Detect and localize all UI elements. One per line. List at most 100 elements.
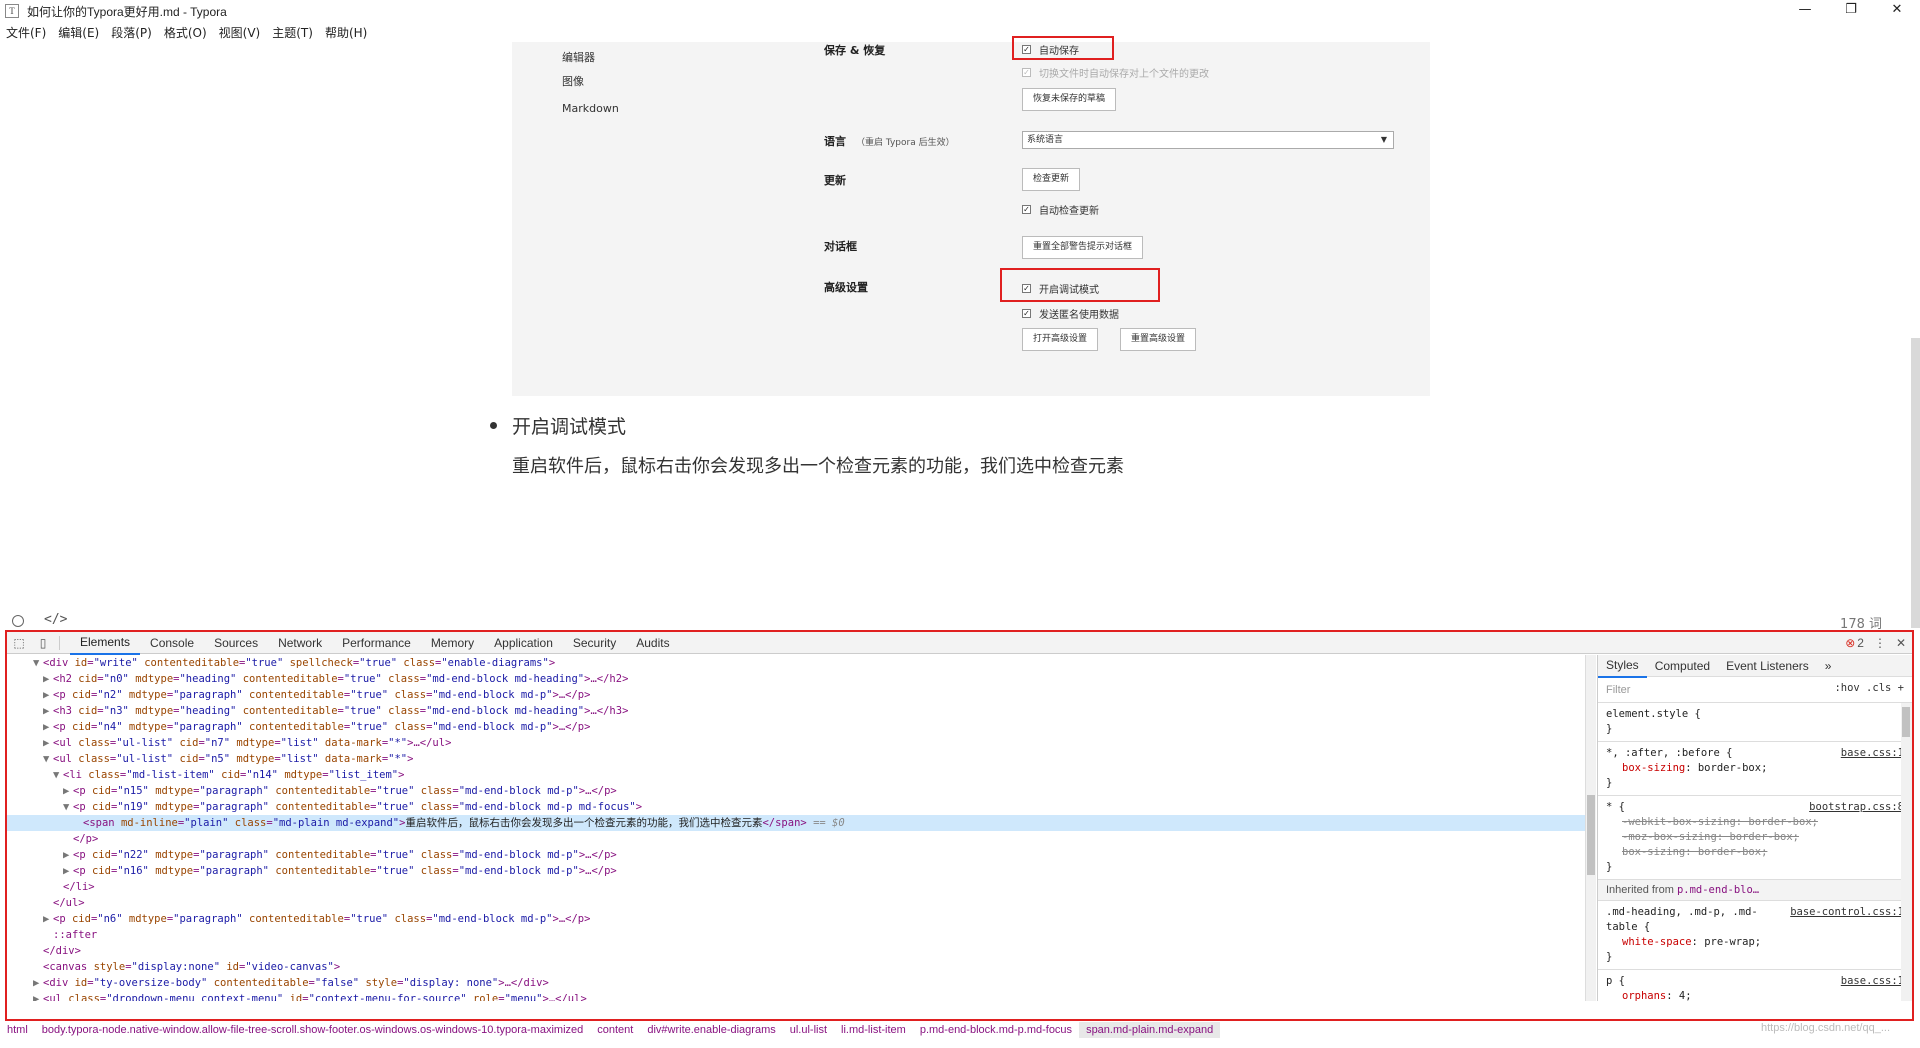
tab-elements[interactable]: Elements [70,631,141,655]
minimize-button[interactable]: — [1782,0,1828,22]
breadcrumb-item-current[interactable]: span.md-plain.md-expand [1079,1022,1221,1038]
styles-scrollbar[interactable] [1901,703,1912,1001]
pref-advanced-label: 高级设置 [824,281,868,294]
tab-performance[interactable]: Performance [332,632,421,654]
dom-node[interactable]: </p> [7,831,1585,847]
divider [59,635,60,650]
checkbox-icon: ✓ [1022,205,1031,214]
filter-tools[interactable]: :hov .cls + [1834,682,1904,694]
menu-paragraph[interactable]: 段落(P) [105,24,158,42]
window-title: 如何让你的Typora更好用.md - Typora [27,4,227,19]
dom-node[interactable]: ▼ <div id="write" contenteditable="true" … [7,655,1585,671]
css-rule[interactable]: base-control.css:1 .md-heading, .md-p, .m… [1598,901,1912,970]
tab-audits[interactable]: Audits [626,632,679,654]
dom-node[interactable]: ▶ <h2 cid="n0" mdtype="heading" contented… [7,671,1585,687]
menu-bar: 文件(F) 编辑(E) 段落(P) 格式(O) 视图(V) 主题(T) 帮助(H… [0,24,373,42]
pref-update-label: 更新 [824,174,846,187]
menu-view[interactable]: 视图(V) [213,24,267,42]
typora-app-icon: T [5,4,19,18]
dom-node-selected[interactable]: <span md-inline="plain" class="md-plain … [7,815,1585,831]
list-item[interactable]: 开启调试模式 [490,412,626,439]
dom-node[interactable]: ▶ <h3 cid="n3" mdtype="heading" contented… [7,703,1585,719]
dom-node[interactable]: ▶ <p cid="n16" mdtype="paragraph" content… [7,863,1585,879]
tab-security[interactable]: Security [563,632,626,654]
pref-dialog-label: 对话框 [824,240,857,253]
dom-node[interactable]: ▶ <p cid="n2" mdtype="paragraph" contente… [7,687,1585,703]
dom-node[interactable]: ▶ <ul class="dropdown-menu context-menu" … [7,991,1585,1001]
source-code-mode-icon[interactable]: </> [44,612,67,627]
dom-node[interactable]: ▶ <div id="ty-oversize-body" contentedita… [7,975,1585,991]
styles-filter[interactable]: Filter :hov .cls + [1598,677,1912,703]
dom-node[interactable]: ::after [7,927,1585,943]
dom-breadcrumbs: html body.typora-node.native-window.allo… [0,1022,1920,1038]
scrollbar-thumb[interactable] [1587,795,1595,875]
breadcrumb-item[interactable]: body.typora-node.native-window.allow-fil… [35,1022,590,1038]
filter-input[interactable]: Filter [1606,684,1630,696]
pref-nav-markdown: Markdown [562,102,619,115]
pref-language-label: 语言 （重启 Typora 后生效） [824,135,955,148]
window-controls: — ❐ ✕ [1782,0,1920,22]
tab-computed[interactable]: Computed [1647,655,1718,677]
tab-styles[interactable]: Styles [1598,655,1647,678]
styles-tabbar: Styles Computed Event Listeners » [1598,655,1912,678]
pref-nav-image: 图像 [562,75,584,88]
dom-node[interactable]: ▶ <ul class="ul-list" cid="n7" mdtype="li… [7,735,1585,751]
outline-toggle-icon[interactable] [12,615,24,627]
breadcrumb-item[interactable]: li.md-list-item [834,1022,913,1038]
editor-scrollbar[interactable] [1911,338,1920,628]
pref-check-update-button: 检查更新 [1022,168,1081,191]
more-options-icon[interactable]: ⋮ [1874,636,1886,650]
error-icon[interactable]: ⊗ [1845,636,1855,650]
more-tabs-icon[interactable]: » [1817,655,1840,677]
tab-event-listeners[interactable]: Event Listeners [1718,655,1817,677]
close-button[interactable]: ✕ [1874,0,1920,22]
dom-tree[interactable]: ▼ <div id="write" contenteditable="true" … [7,655,1585,1001]
devtools-tabbar: ⬚ ▯ Elements Console Sources Network Per… [7,631,1912,655]
dom-node[interactable]: </li> [7,879,1585,895]
menu-help[interactable]: 帮助(H) [319,24,373,42]
dom-node[interactable]: </ul> [7,895,1585,911]
dom-node[interactable]: ▶ <p cid="n22" mdtype="paragraph" content… [7,847,1585,863]
breadcrumb-item[interactable]: div#write.enable-diagrams [640,1022,782,1038]
dom-node[interactable]: <canvas style="display:none" id="video-c… [7,959,1585,975]
scrollbar-thumb[interactable] [1902,707,1910,737]
tab-memory[interactable]: Memory [421,632,484,654]
pref-save-restore-label: 保存 & 恢复 [824,44,886,57]
dom-tree-scrollbar[interactable] [1585,655,1596,1001]
css-rule[interactable]: base.css:1 *, :after, :before {box-sizing… [1598,742,1912,796]
menu-theme[interactable]: 主题(T) [266,24,319,42]
inherited-header: Inherited from p.md-end-blo… [1598,880,1912,901]
tab-application[interactable]: Application [484,632,563,654]
list-item-text[interactable]: 开启调试模式 [512,412,626,439]
tab-console[interactable]: Console [140,632,204,654]
dom-node[interactable]: ▶ <p cid="n15" mdtype="paragraph" content… [7,783,1585,799]
inspect-element-icon[interactable]: ⬚ [7,636,31,650]
breadcrumb-item[interactable]: html [0,1022,35,1038]
dom-node[interactable]: ▶ <p cid="n4" mdtype="paragraph" contente… [7,719,1585,735]
breadcrumb-item[interactable]: p.md-end-block.md-p.md-focus [913,1022,1079,1038]
editor-area[interactable]: 编辑器 图像 Markdown 保存 & 恢复 ✓ 自动保存 ✓ 切换文件时自动保存… [0,36,1920,628]
device-toolbar-icon[interactable]: ▯ [31,636,55,650]
tab-network[interactable]: Network [268,632,332,654]
restore-button[interactable]: ❐ [1828,0,1874,22]
pref-reset-advanced-button: 重置高级设置 [1120,328,1197,351]
dom-node[interactable]: </div> [7,943,1585,959]
tab-sources[interactable]: Sources [204,632,268,654]
dom-node[interactable]: ▼ <li class="md-list-item" cid="n14" mdty… [7,767,1585,783]
breadcrumb-item[interactable]: ul.ul-list [783,1022,834,1038]
error-count[interactable]: 2 [1857,636,1864,650]
close-devtools-icon[interactable]: ✕ [1896,636,1906,650]
css-rule[interactable]: element.style {} [1598,703,1912,742]
menu-file[interactable]: 文件(F) [0,24,52,42]
menu-format[interactable]: 格式(O) [158,24,213,42]
styles-pane: Styles Computed Event Listeners » Filter… [1597,655,1912,1001]
css-rule[interactable]: base.css:1p {orphans: 4;} [1598,970,1912,1001]
paragraph[interactable]: 重启软件后，鼠标右击你会发现多出一个检查元素的功能，我们选中检查元素 [512,452,1124,478]
dom-node[interactable]: ▼ <ul class="ul-list" cid="n5" mdtype="li… [7,751,1585,767]
breadcrumb-item[interactable]: content [590,1022,640,1038]
dom-node[interactable]: ▶ <p cid="n6" mdtype="paragraph" contente… [7,911,1585,927]
pref-send-anonymous-check: ✓ 发送匿名使用数据 [1022,309,1119,321]
dom-node[interactable]: ▼ <p cid="n19" mdtype="paragraph" content… [7,799,1585,815]
menu-edit[interactable]: 编辑(E) [52,24,105,42]
css-rule[interactable]: bootstrap.css:8 * {-webkit-box-sizing: bo… [1598,796,1912,880]
